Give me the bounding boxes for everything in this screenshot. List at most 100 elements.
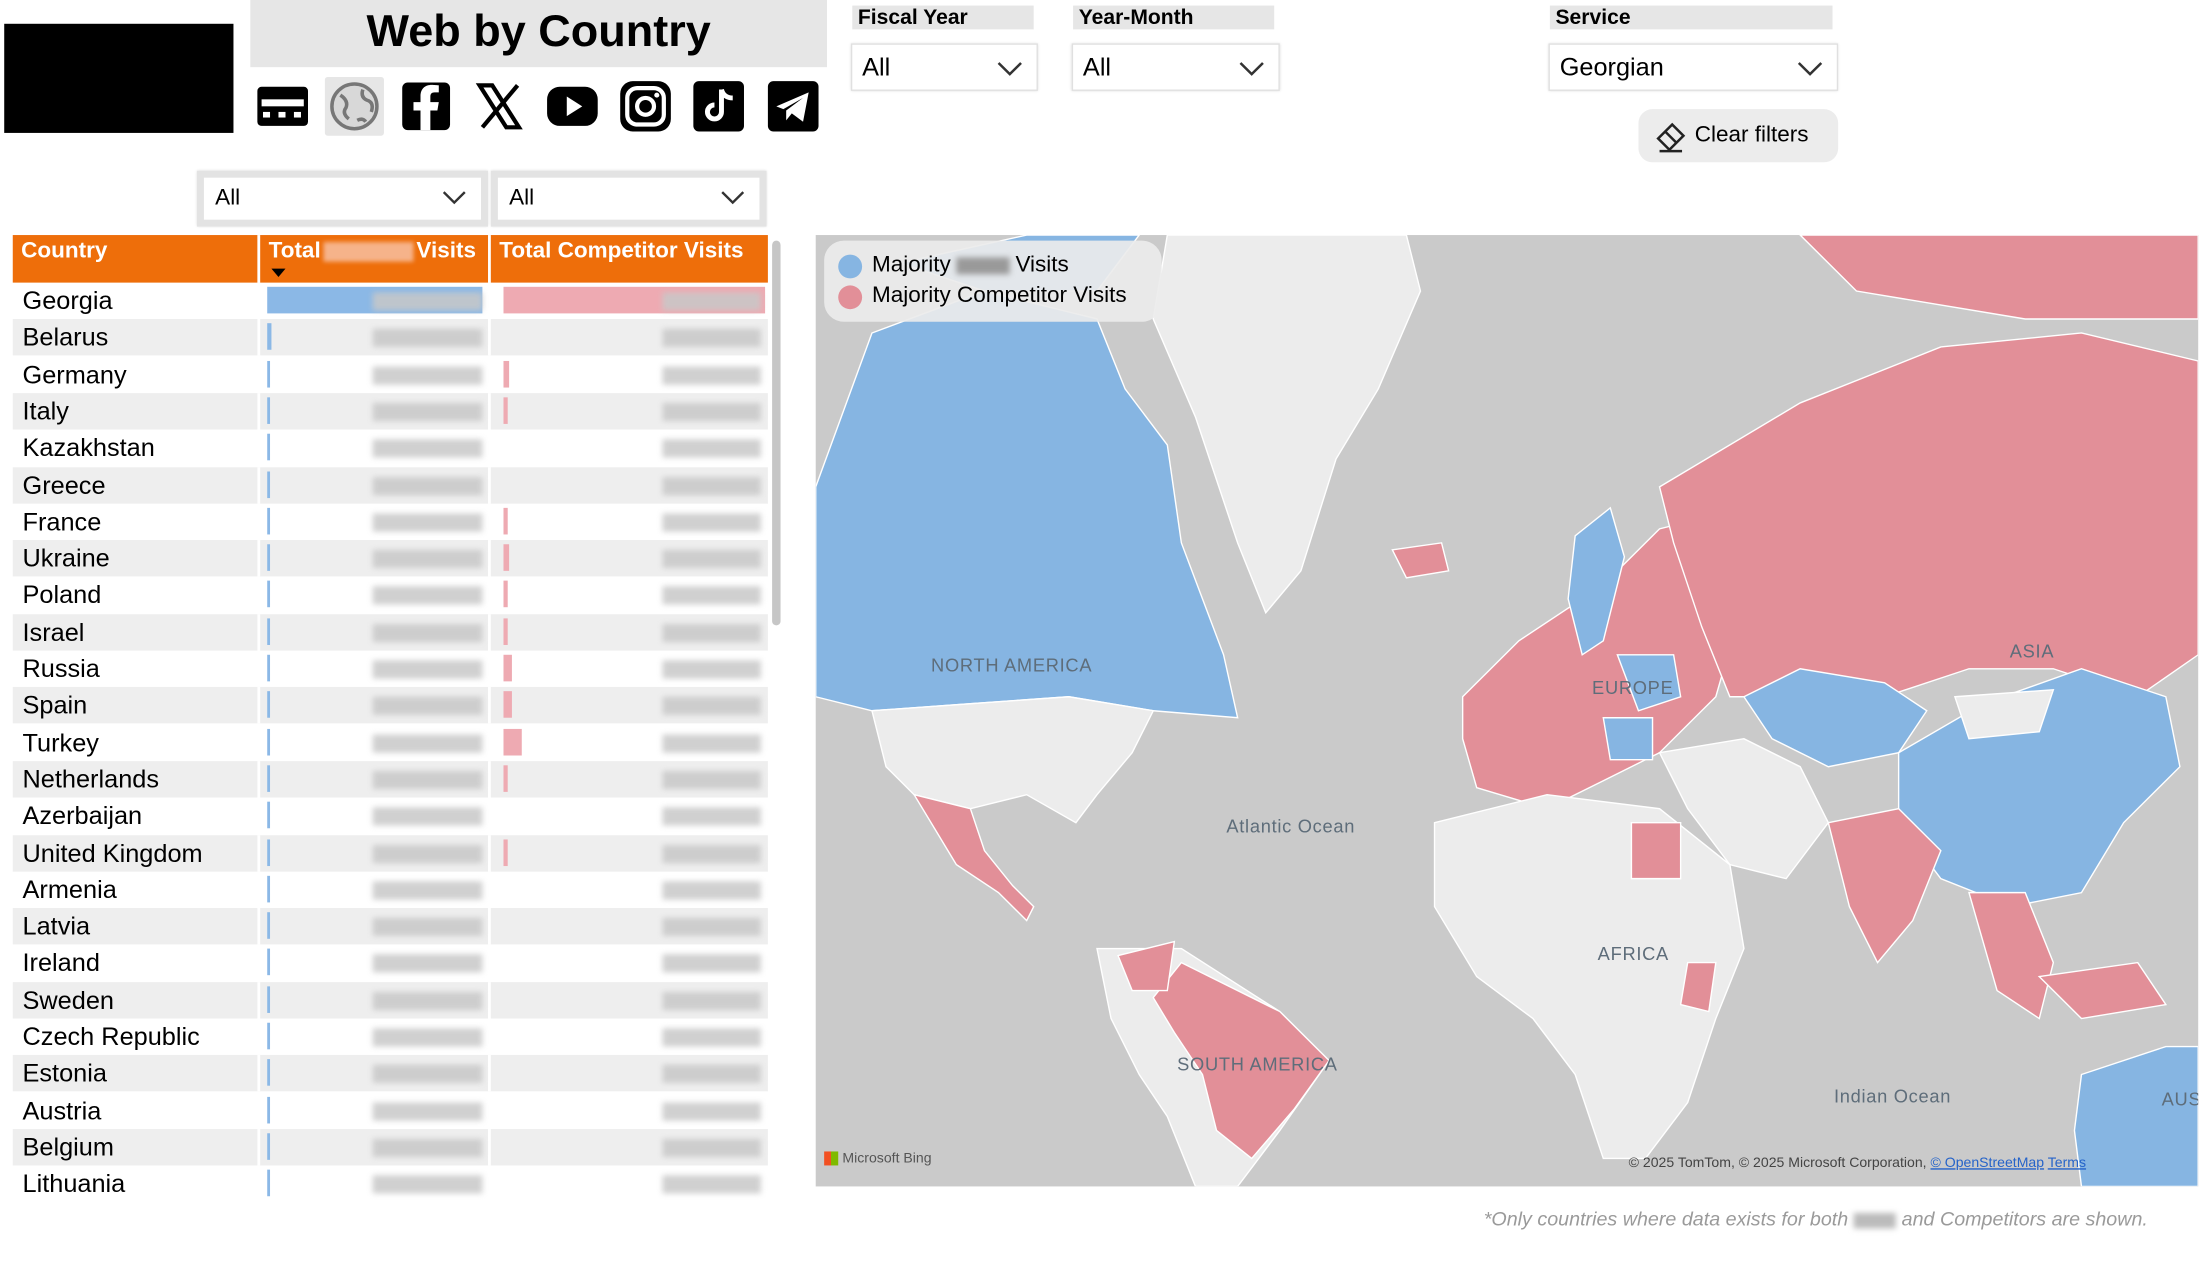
web-icon[interactable]: [253, 77, 312, 136]
visits-bar: [267, 1169, 271, 1197]
column-divider: [488, 797, 491, 835]
table-row[interactable]: Kazakhstan: [13, 429, 768, 467]
table-row[interactable]: Ukraine: [12, 540, 768, 577]
table-row[interactable]: Austria: [13, 1092, 768, 1129]
legend-competitor-label: Majority Competitor Visits: [871, 284, 1127, 308]
column-divider: [257, 356, 261, 393]
table-row[interactable]: Israel: [12, 613, 768, 651]
table-row[interactable]: Lithuania: [13, 1165, 768, 1201]
table-row[interactable]: Belarus: [12, 319, 768, 356]
country-name: United Kingdom: [22, 838, 203, 867]
label-indian-ocean: Indian Ocean: [1833, 1085, 1952, 1107]
service-dropdown[interactable]: Georgian: [1548, 43, 1839, 91]
label-australia: AUS: [2161, 1088, 2199, 1110]
visits-bar: [267, 765, 271, 792]
table-row[interactable]: Turkey: [13, 724, 768, 761]
bing-label: Microsoft Bing: [842, 1151, 932, 1167]
visits-column-filter[interactable]: All: [196, 170, 489, 227]
redacted-visits-value: [372, 954, 483, 973]
table-scrollbar[interactable]: [772, 240, 781, 626]
column-divider: [257, 797, 261, 835]
header-total-visits[interactable]: Total Visits: [257, 235, 485, 283]
microsoft-logo-icon: [824, 1151, 839, 1166]
footnote-prefix: *Only countries where data exists for bo…: [1483, 1207, 1849, 1230]
column-divider: [257, 724, 261, 761]
column-divider: [257, 1092, 261, 1129]
table-row[interactable]: United Kingdom: [12, 834, 768, 871]
table-row[interactable]: Spain: [12, 687, 768, 724]
telegram-icon[interactable]: [764, 77, 823, 136]
table-row[interactable]: Latvia: [12, 908, 768, 945]
table-row[interactable]: Germany: [13, 356, 768, 393]
column-divider: [488, 392, 491, 430]
table-row[interactable]: Sweden: [12, 981, 768, 1019]
terms-link[interactable]: Terms: [2048, 1156, 2086, 1171]
fiscal-year-dropdown[interactable]: All: [850, 43, 1038, 91]
table-row[interactable]: Greece: [12, 466, 768, 503]
redacted-competitor-value: [662, 1101, 761, 1121]
table-row[interactable]: Azerbaijan: [13, 797, 768, 835]
chevron-down-icon: [721, 191, 745, 205]
legend-majority-prefix: Majority: [871, 253, 951, 278]
visits-bar: [267, 875, 271, 903]
column-divider: [257, 503, 261, 540]
clear-filters-button[interactable]: Clear filters: [1638, 109, 1839, 163]
column-divider: [488, 1055, 491, 1092]
table-row[interactable]: France: [13, 503, 768, 540]
column-divider: [488, 760, 491, 798]
table-row[interactable]: Belgium: [12, 1128, 768, 1166]
header-competitor-visits[interactable]: Total Competitor Visits: [488, 235, 768, 283]
country-name: Germany: [22, 360, 127, 389]
map-legend: Majority Visits Majority Competitor Visit…: [824, 240, 1162, 322]
table-row[interactable]: Poland: [13, 576, 768, 614]
competitor-column-filter[interactable]: All: [490, 170, 767, 227]
visits-bar: [267, 397, 271, 424]
table-row[interactable]: Italy: [12, 392, 768, 430]
redacted-competitor-value: [662, 586, 761, 605]
competitor-visits-bar: [503, 360, 509, 387]
column-divider: [488, 1018, 491, 1055]
table-row[interactable]: Czech Republic: [13, 1018, 768, 1055]
country-name: Poland: [22, 581, 102, 610]
table-row[interactable]: Netherlands: [12, 760, 768, 798]
table-row[interactable]: Russia: [13, 650, 768, 687]
column-divider: [488, 908, 491, 945]
column-divider: [488, 944, 491, 982]
youtube-icon[interactable]: [543, 77, 602, 136]
column-divider: [257, 466, 261, 503]
column-divider: [257, 1055, 261, 1092]
redacted-visits-value: [372, 586, 483, 605]
country-name: Turkey: [22, 728, 99, 757]
facebook-icon[interactable]: [397, 77, 456, 136]
redacted-visits-value: [372, 402, 483, 421]
instagram-icon[interactable]: [616, 77, 675, 136]
australia-shape: [2073, 1045, 2199, 1187]
globe-icon[interactable]: [324, 76, 384, 136]
country-name: Israel: [22, 617, 85, 646]
redacted-visits-value: [372, 1028, 483, 1047]
redacted-competitor-value: [662, 476, 761, 495]
redacted-visits-value: [372, 917, 483, 937]
year-month-dropdown[interactable]: All: [1071, 43, 1280, 91]
tiktok-icon[interactable]: [689, 77, 748, 136]
table-row[interactable]: Georgia: [13, 282, 768, 319]
world-map[interactable]: NORTH AMERICA SOUTH AMERICA EUROPE ASIA …: [815, 235, 2199, 1187]
table-row[interactable]: Armenia: [13, 871, 768, 908]
osm-link[interactable]: © OpenStreetMap: [1931, 1156, 2045, 1171]
header-country[interactable]: Country: [13, 235, 255, 283]
table-row[interactable]: Ireland: [13, 944, 768, 982]
footnote-suffix: and Competitors are shown.: [1901, 1207, 2148, 1230]
legend-majority: Majority Visits: [838, 250, 1069, 281]
redacted-visits-value: [372, 1138, 483, 1157]
visits-bar: [267, 1022, 271, 1050]
redacted-competitor-value: [662, 365, 761, 385]
redacted-competitor-value: [662, 807, 761, 826]
visits-bar: [267, 323, 272, 351]
table-row[interactable]: Estonia: [12, 1055, 768, 1092]
column-divider: [257, 613, 261, 651]
footnote: *Only countries where data exists for bo…: [1484, 1207, 2148, 1229]
redacted-visits-value: [372, 439, 483, 458]
country-name: Belarus: [22, 323, 109, 352]
legend-majority-dot: [838, 254, 863, 279]
x-icon[interactable]: [470, 77, 529, 136]
